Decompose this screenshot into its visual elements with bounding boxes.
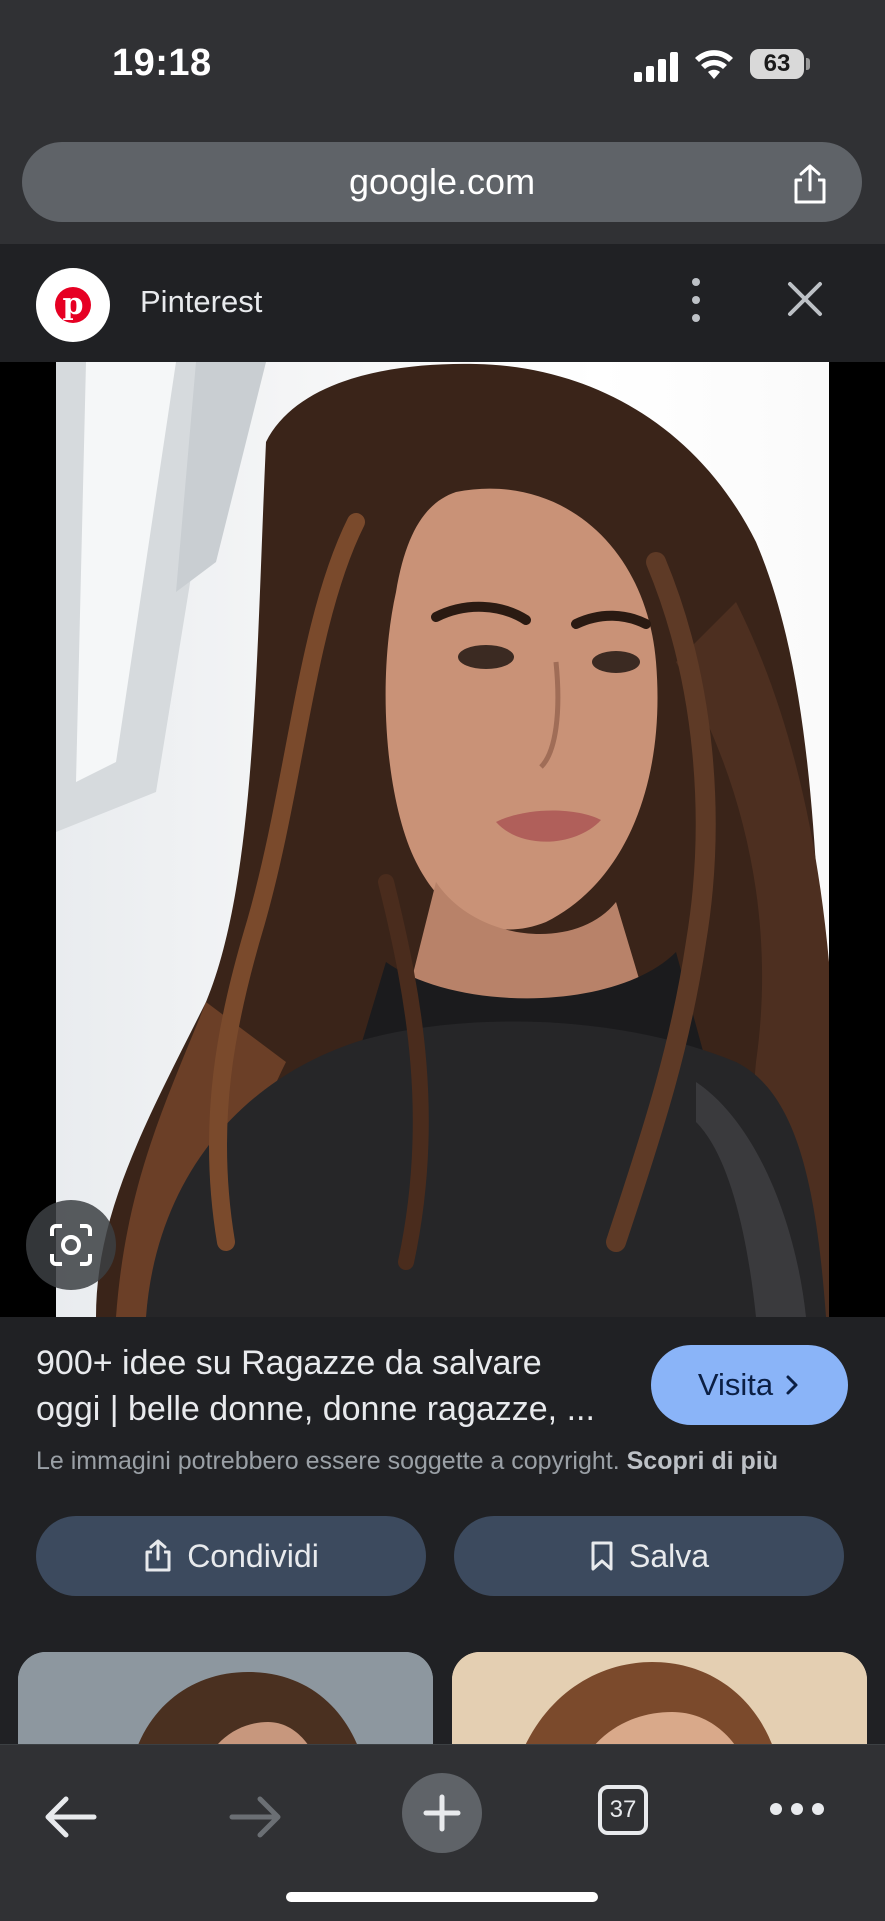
result-title[interactable]: 900+ idee su Ragazze da salvare oggi | b… xyxy=(36,1340,626,1432)
forward-arrow-icon[interactable] xyxy=(228,1793,284,1841)
copyright-text: Le immagini potrebbero essere soggette a… xyxy=(36,1447,620,1475)
home-indicator[interactable] xyxy=(286,1892,598,1902)
preview-photo[interactable] xyxy=(56,362,829,1317)
battery-icon: 63 xyxy=(750,49,804,79)
status-time: 19:18 xyxy=(112,42,212,84)
wifi-icon xyxy=(695,50,733,79)
result-title-line1: 900+ idee su Ragazze da salvare xyxy=(36,1344,542,1382)
copyright-notice: Le immagini potrebbero essere soggette a… xyxy=(36,1447,856,1476)
save-label: Salva xyxy=(628,1537,710,1574)
more-horiz-icon[interactable] xyxy=(770,1801,824,1817)
chevron-right-icon xyxy=(786,1375,798,1395)
battery-tip xyxy=(806,58,810,70)
share-button[interactable]: Condividi xyxy=(36,1516,426,1596)
save-button[interactable]: Salva xyxy=(454,1516,844,1596)
pinterest-logo-mark: p xyxy=(55,287,91,323)
share-label: Condividi xyxy=(187,1537,319,1574)
back-arrow-icon[interactable] xyxy=(42,1793,98,1841)
tab-switcher-icon[interactable]: 37 xyxy=(598,1785,648,1835)
share-icon[interactable] xyxy=(788,162,832,206)
new-tab-button[interactable] xyxy=(402,1773,482,1853)
address-bar[interactable]: google.com xyxy=(22,142,862,222)
portrait-illustration xyxy=(56,362,829,1317)
visit-button[interactable]: Visita xyxy=(651,1345,848,1425)
source-site-name[interactable]: Pinterest xyxy=(140,284,262,320)
close-icon[interactable] xyxy=(780,274,830,324)
top-chrome: 19:18 63 google.com xyxy=(0,0,885,244)
visit-label: Visita xyxy=(697,1367,774,1402)
lens-button[interactable] xyxy=(26,1200,116,1290)
learn-more-link[interactable]: Scopri di più xyxy=(627,1447,778,1475)
bookmark-icon xyxy=(591,1541,613,1571)
source-header: p Pinterest xyxy=(0,244,885,362)
share-icon xyxy=(145,1539,171,1572)
pinterest-logo[interactable]: p xyxy=(36,268,110,342)
image-preview[interactable] xyxy=(0,362,885,1317)
result-title-line2: oggi | belle donne, donne ragazze, ... xyxy=(36,1390,595,1428)
lens-icon xyxy=(50,1224,92,1266)
plus-icon xyxy=(423,1794,461,1832)
more-vert-icon[interactable] xyxy=(680,274,712,326)
cellular-signal-icon xyxy=(634,50,680,82)
url-text[interactable]: google.com xyxy=(22,142,862,222)
